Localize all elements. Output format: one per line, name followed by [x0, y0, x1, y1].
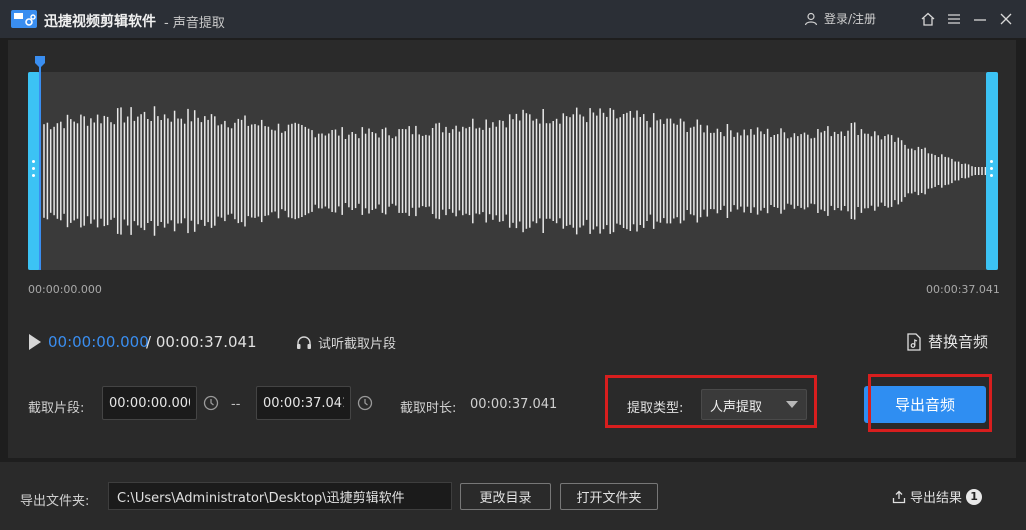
title-bar: 迅捷视频剪辑软件 - 声音提取 登录/注册 [0, 0, 1026, 38]
export-results-button[interactable]: 导出结果 1 [892, 487, 983, 506]
playhead-marker-icon[interactable] [34, 55, 46, 69]
music-file-icon [907, 332, 921, 351]
minimize-button[interactable] [970, 9, 990, 29]
close-button[interactable] [996, 9, 1016, 29]
clock-icon[interactable] [203, 395, 219, 411]
menu-button[interactable] [944, 9, 964, 29]
minimize-icon [974, 19, 986, 21]
replace-audio-label: 替换音频 [928, 333, 989, 351]
app-logo-icon [11, 10, 37, 28]
preview-clip-button[interactable]: 试听截取片段 [296, 333, 396, 352]
audio-waveform [43, 106, 987, 236]
trim-end-handle[interactable] [986, 72, 998, 270]
total-time: / 00:00:37.041 [146, 333, 257, 351]
headphones-icon [297, 336, 311, 349]
clip-segment-label: 截取片段: [28, 401, 85, 416]
login-label: 登录/注册 [824, 12, 877, 26]
close-icon [1000, 13, 1012, 25]
export-results-label: 导出结果 [910, 491, 963, 506]
highlight-box [868, 374, 992, 432]
home-button[interactable] [918, 9, 938, 29]
playhead-line [39, 66, 41, 270]
highlight-box [605, 375, 817, 428]
replace-audio-button[interactable]: 替换音频 [906, 331, 988, 352]
app-title: 迅捷视频剪辑软件 [44, 14, 156, 30]
results-count-badge: 1 [966, 488, 983, 505]
clip-duration-value: 00:00:37.041 [470, 397, 558, 412]
export-folder-label: 导出文件夹: [20, 494, 90, 509]
clip-start-input[interactable] [102, 386, 197, 420]
home-icon [921, 12, 935, 26]
export-icon [892, 490, 906, 503]
login-button[interactable]: 登录/注册 [804, 10, 876, 27]
timeline-start-label: 00:00:00.000 [28, 283, 102, 296]
app-subtitle: - 声音提取 [164, 16, 225, 31]
clock-icon[interactable] [357, 395, 373, 411]
clip-end-input[interactable] [256, 386, 351, 420]
menu-icon [948, 14, 960, 24]
clip-duration-label: 截取时长: [400, 401, 457, 416]
range-separator: -- [231, 397, 241, 412]
timeline-end-label: 00:00:37.041 [926, 283, 1000, 296]
preview-clip-label: 试听截取片段 [318, 337, 397, 352]
user-icon [804, 12, 818, 25]
current-time: 00:00:00.000 [48, 333, 149, 351]
change-directory-button[interactable]: 更改目录 [460, 483, 551, 510]
open-folder-button[interactable]: 打开文件夹 [560, 483, 658, 510]
export-folder-path[interactable] [108, 482, 452, 510]
play-icon[interactable] [28, 333, 42, 351]
